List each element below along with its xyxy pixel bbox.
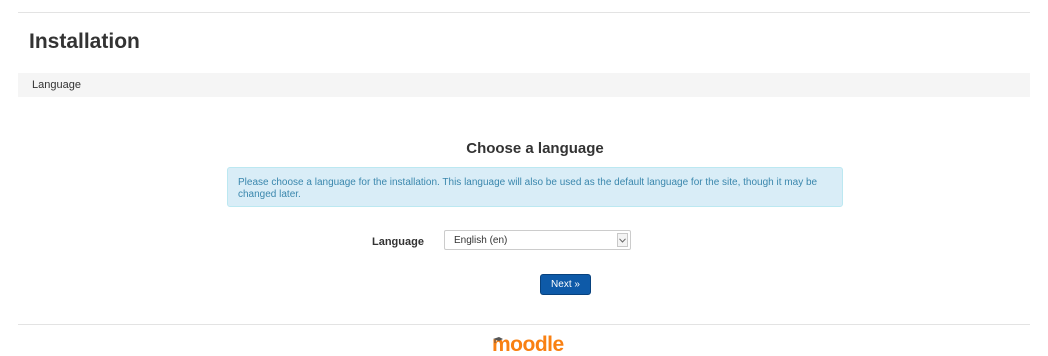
top-divider: [18, 12, 1030, 13]
section-heading: Choose a language: [466, 140, 604, 157]
language-label: Language: [372, 236, 424, 248]
info-text: Please choose a language for the install…: [238, 177, 818, 200]
breadcrumb-item-language: Language: [32, 79, 81, 91]
moodle-logo: moodle: [492, 331, 564, 355]
info-box: Please choose a language for the install…: [227, 167, 843, 207]
breadcrumb: Language: [18, 73, 1030, 97]
language-select[interactable]: English (en): [444, 230, 631, 250]
next-button[interactable]: Next »: [540, 274, 591, 295]
language-select-value: English (en): [454, 235, 508, 246]
page-title: Installation: [29, 30, 140, 53]
footer-divider: [18, 324, 1030, 325]
graduation-cap-icon: [493, 337, 503, 343]
chevron-down-icon[interactable]: [617, 233, 628, 247]
